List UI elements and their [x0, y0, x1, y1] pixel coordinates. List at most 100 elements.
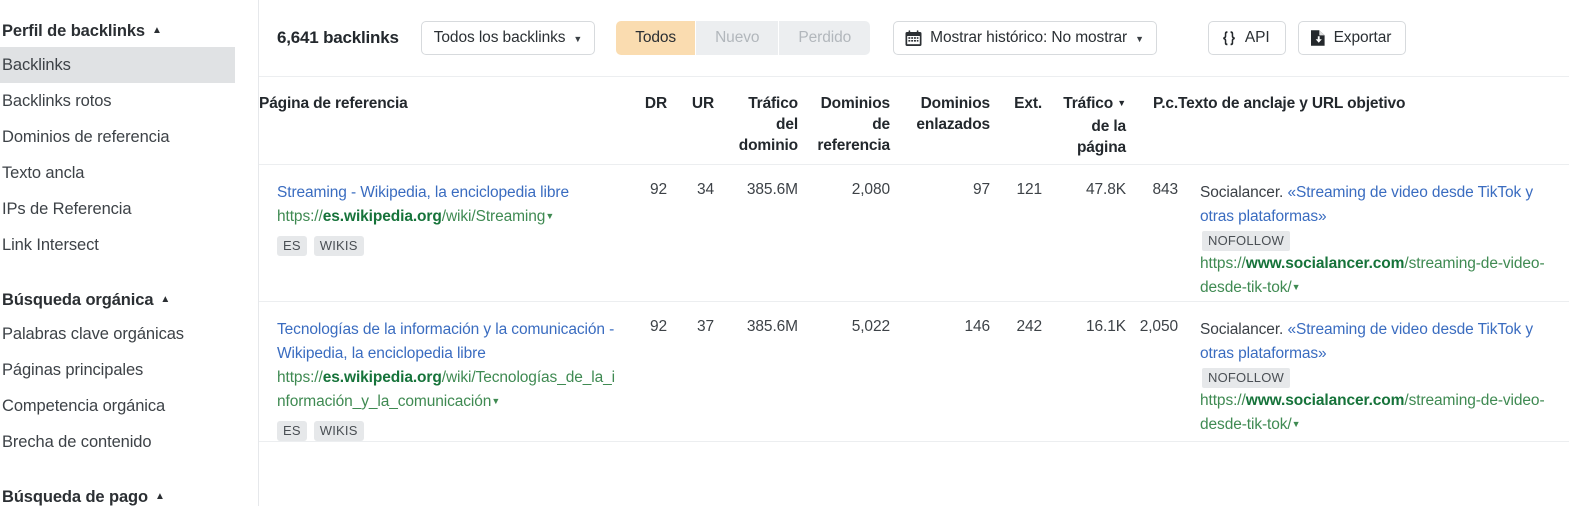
cell-ur: 37: [696, 317, 714, 335]
col-header-keywords[interactable]: P.c.: [1126, 77, 1178, 164]
cell-dr: 92: [649, 317, 667, 335]
sidebar-item-link-intersect[interactable]: Link Intersect: [0, 227, 258, 263]
show-history-dropdown[interactable]: Mostrar histórico: No mostrar ▼: [893, 21, 1157, 55]
backlinks-filter-dropdown[interactable]: Todos los backlinks ▼: [420, 21, 596, 55]
sidebar-item-label: Páginas principales: [2, 360, 144, 379]
col-header-referring-page[interactable]: Página de referencia: [259, 77, 623, 164]
cell-domain-traffic: 385.6M: [746, 180, 798, 198]
export-label: Exportar: [1333, 29, 1392, 46]
col-label-line: del: [776, 116, 798, 133]
url-scheme: https://: [277, 207, 323, 225]
cell-referring-domains[interactable]: 5,022: [798, 301, 890, 441]
toolbar: 6,641 backlinks Todos los backlinks ▼ To…: [259, 0, 1569, 77]
sidebar-item-ips-de-referencia[interactable]: IPs de Referencia: [0, 191, 258, 227]
export-button[interactable]: Exportar: [1297, 21, 1407, 55]
sidebar-item-brecha-de-contenido[interactable]: Brecha de contenido: [0, 424, 258, 460]
col-header-referring-domains[interactable]: Dominios de referencia: [798, 77, 890, 164]
col-header-linked-domains[interactable]: Dominios enlazados: [890, 77, 990, 164]
segment-todos[interactable]: Todos: [616, 21, 697, 55]
api-label: API: [1244, 29, 1270, 46]
sidebar-section-gap: [0, 263, 258, 285]
sidebar: Perfil de backlinks ▲ Backlinks Backlinks r…: [0, 0, 259, 506]
sidebar-item-label: Competencia orgánica: [2, 396, 166, 415]
nofollow-badge: NOFOLLOW: [1202, 367, 1290, 388]
table-header-row: Página de referencia DR UR Tráfico del d…: [259, 77, 1569, 164]
segment-perdido[interactable]: Perdido: [779, 21, 871, 55]
table-header: Página de referencia DR UR Tráfico del d…: [259, 77, 1569, 164]
tag-es: ES: [277, 235, 307, 256]
backlinks-page: Perfil de backlinks ▲ Backlinks Backlinks r…: [0, 0, 1569, 506]
chevron-down-icon[interactable]: ▼: [1292, 275, 1301, 299]
cell-referring-domains[interactable]: 2,080: [798, 164, 890, 301]
cell-ext[interactable]: 121: [990, 164, 1042, 301]
col-header-dr[interactable]: DR: [623, 77, 667, 164]
col-label-line: de: [872, 116, 890, 133]
sidebar-item-backlinks[interactable]: Backlinks: [0, 47, 235, 83]
cell-referring-page: Streaming - Wikipedia, la enciclopedia l…: [259, 164, 623, 301]
sidebar-item-label: Texto ancla: [2, 163, 85, 182]
page-tags: ES WIKIS: [277, 235, 623, 256]
api-button[interactable]: API: [1207, 21, 1286, 55]
sidebar-section-3[interactable]: Búsqueda de pago ▲: [0, 482, 258, 506]
segment-label: Todos: [635, 29, 677, 46]
cell-page-traffic: 47.8K: [1085, 180, 1126, 198]
tag-wikis: WIKIS: [313, 420, 364, 441]
target-url-scheme: https://: [1200, 254, 1246, 272]
sidebar-item-p-ginas-principales[interactable]: Páginas principales: [0, 352, 258, 388]
referring-page-title-link[interactable]: Streaming - Wikipedia, la enciclopedia l…: [277, 181, 623, 205]
col-header-ur[interactable]: UR: [667, 77, 714, 164]
cell-dr: 92: [649, 180, 667, 198]
sidebar-section-label: Búsqueda orgánica: [2, 291, 154, 309]
chevron-down-icon[interactable]: ▼: [545, 204, 554, 228]
cell-keywords[interactable]: 2,050: [1126, 301, 1178, 441]
col-label: P.c.: [1153, 95, 1178, 112]
segment-nuevo[interactable]: Nuevo: [696, 21, 780, 55]
sidebar-item-dominios-de-referencia[interactable]: Dominios de referencia: [0, 119, 258, 155]
cell-ext[interactable]: 242: [990, 301, 1042, 441]
sidebar-item-label: Brecha de contenido: [2, 432, 152, 451]
page-tags: ES WIKIS: [277, 420, 623, 441]
target-url-link[interactable]: https://www.socialancer.com/streaming-de…: [1200, 389, 1545, 438]
sidebar-item-competencia-org-nica[interactable]: Competencia orgánica: [0, 388, 258, 424]
col-header-anchor-and-target[interactable]: Texto de anclaje y URL objetivo: [1178, 77, 1569, 164]
sidebar-item-texto-ancla[interactable]: Texto ancla: [0, 155, 258, 191]
download-document-icon: [1310, 29, 1326, 47]
col-header-ext[interactable]: Ext.: [990, 77, 1042, 164]
status-segmented-control[interactable]: Todos Nuevo Perdido: [616, 21, 871, 55]
referring-page-url-link[interactable]: https://es.wikipedia.org/wiki/Streaming …: [277, 205, 623, 230]
col-label-line: Tráfico: [748, 95, 798, 112]
cell-keywords[interactable]: 843: [1126, 164, 1178, 301]
url-scheme: https://: [277, 368, 323, 386]
chevron-up-icon: ▲: [155, 490, 165, 502]
col-header-domain-traffic[interactable]: Tráfico del dominio: [714, 77, 798, 164]
anchor-line: Socialancer. «Streaming de video desde T…: [1200, 181, 1545, 229]
cell-linked-domains[interactable]: 97: [890, 164, 990, 301]
chevron-down-icon[interactable]: ▼: [491, 389, 500, 413]
referring-page-url-link[interactable]: https://es.wikipedia.org/wiki/Tecnología…: [277, 366, 623, 415]
segment-label: Perdido: [798, 29, 852, 46]
sidebar-section-1[interactable]: Perfil de backlinks ▲: [0, 16, 258, 47]
anchor-wrapper: Socialancer. «Streaming de video desde T…: [1200, 318, 1545, 438]
table-row: Tecnologías de la información y la comun…: [259, 301, 1569, 441]
chevron-down-icon[interactable]: ▼: [1292, 412, 1301, 436]
col-header-page-traffic[interactable]: Tráfico ▼ de la página: [1042, 77, 1126, 164]
target-url-domain: www.socialancer.com: [1245, 391, 1405, 409]
col-label-line-sorted: Tráfico ▼: [1042, 93, 1126, 116]
chevron-up-icon: ▲: [160, 293, 171, 305]
cell-linked-domains[interactable]: 146: [890, 301, 990, 441]
braces-icon: [1221, 30, 1237, 47]
target-url-link[interactable]: https://www.socialancer.com/streaming-de…: [1200, 252, 1545, 301]
sidebar-item-backlinks-rotos[interactable]: Backlinks rotos: [0, 83, 258, 119]
col-label: Página de referencia: [259, 95, 408, 112]
col-label: Ext.: [1014, 95, 1042, 112]
anchor-line: Socialancer. «Streaming de video desde T…: [1200, 318, 1545, 366]
backlinks-filter-label: Todos los backlinks: [433, 29, 566, 46]
sidebar-section-gap: [0, 460, 258, 482]
referring-page-title-link[interactable]: Tecnologías de la información y la comun…: [277, 318, 623, 366]
sidebar-section-2[interactable]: Búsqueda orgánica ▲: [0, 285, 258, 316]
col-label-line: Dominios: [820, 95, 891, 112]
sidebar-item-palabras-clave-org-nicas[interactable]: Palabras clave orgánicas: [0, 316, 258, 352]
col-label: DR: [644, 95, 667, 112]
backlinks-table: Página de referencia DR UR Tráfico del d…: [259, 77, 1569, 442]
main-content: 6,641 backlinks Todos los backlinks ▼ To…: [259, 0, 1569, 506]
